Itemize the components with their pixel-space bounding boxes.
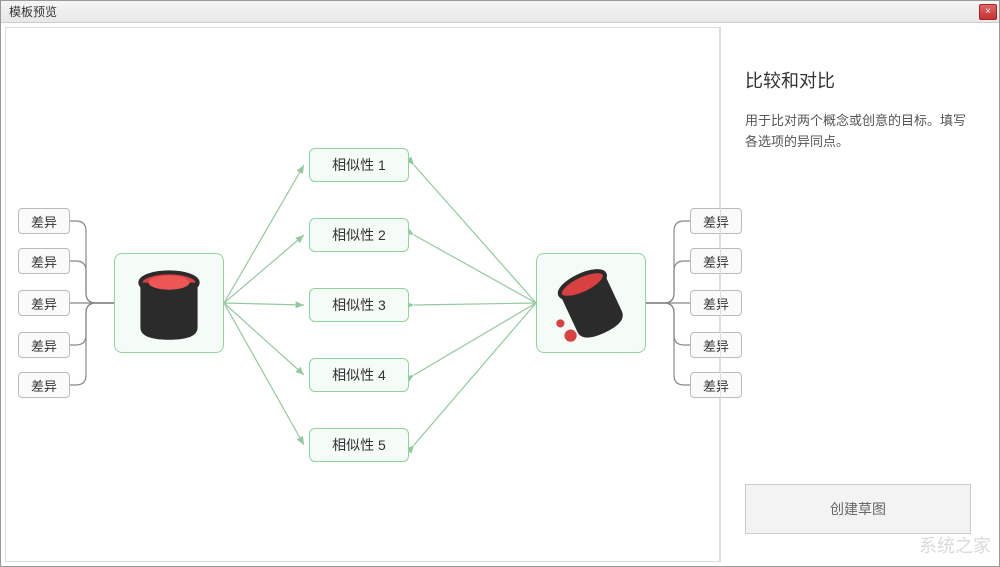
difference-label: 差异 (31, 212, 57, 231)
close-icon: × (985, 6, 991, 17)
titlebar: 模板预览 × (1, 1, 999, 23)
difference-left-node[interactable]: 差异 (18, 248, 70, 274)
paint-bucket-tilt-icon (537, 254, 645, 352)
create-sketch-button[interactable]: 创建草图 (745, 484, 971, 534)
option-a-node[interactable]: 选项 A (114, 253, 224, 353)
difference-left-node[interactable]: 差异 (18, 290, 70, 316)
sidebar-description: 用于比对两个概念或创意的目标。填写各选项的异同点。 (745, 111, 971, 153)
similarity-node[interactable]: 相似性 3 (309, 288, 409, 322)
similarity-node[interactable]: 相似性 4 (309, 358, 409, 392)
diagram-canvas: 选项 A 选项 B 相似性 1 相似性 2 相似性 3 相似性 4 相似性 (5, 27, 720, 562)
close-button[interactable]: × (979, 4, 997, 20)
window-body: 选项 A 选项 B 相似性 1 相似性 2 相似性 3 相似性 4 相似性 (1, 23, 999, 566)
similarity-label: 相似性 5 (332, 435, 386, 455)
preview-window: 模板预览 × (0, 0, 1000, 567)
similarity-node[interactable]: 相似性 1 (309, 148, 409, 182)
difference-label: 差异 (31, 376, 57, 395)
create-button-label: 创建草图 (830, 501, 886, 517)
paint-bucket-icon (115, 254, 223, 352)
similarity-label: 相似性 1 (332, 155, 386, 175)
similarity-label: 相似性 3 (332, 295, 386, 315)
similarity-label: 相似性 2 (332, 225, 386, 245)
option-b-node[interactable]: 选项 B (536, 253, 646, 353)
difference-label: 差异 (31, 252, 57, 271)
difference-label: 差异 (31, 294, 57, 313)
similarity-label: 相似性 4 (332, 365, 386, 385)
sidebar-heading: 比较和对比 (745, 67, 971, 93)
similarity-node[interactable]: 相似性 5 (309, 428, 409, 462)
difference-left-node[interactable]: 差异 (18, 332, 70, 358)
difference-label: 差异 (31, 336, 57, 355)
window-title: 模板预览 (9, 3, 57, 20)
similarity-node[interactable]: 相似性 2 (309, 218, 409, 252)
difference-left-node[interactable]: 差异 (18, 208, 70, 234)
difference-left-node[interactable]: 差异 (18, 372, 70, 398)
sidebar: 比较和对比 用于比对两个概念或创意的目标。填写各选项的异同点。 创建草图 (720, 27, 995, 562)
